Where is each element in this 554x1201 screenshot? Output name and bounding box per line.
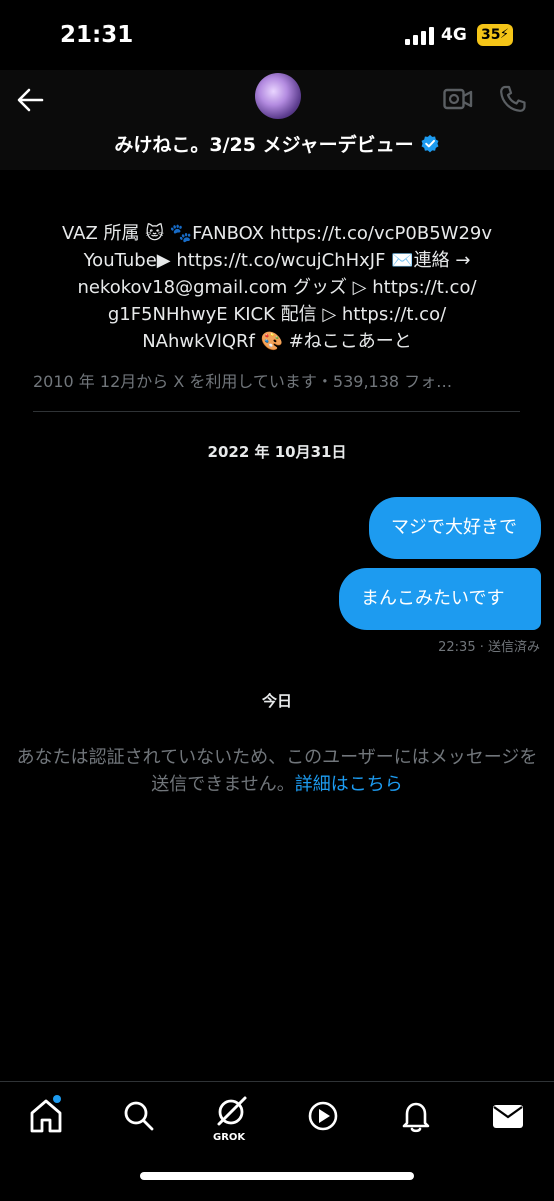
bio-line: NAhwkVlQRf 🎨 #ねここあーと	[142, 331, 412, 352]
back-arrow-icon[interactable]	[14, 84, 46, 116]
cellular-signal-icon	[405, 27, 435, 45]
home-notification-dot	[53, 1095, 61, 1103]
avatar[interactable]	[255, 73, 301, 119]
home-icon[interactable]	[26, 1096, 66, 1136]
bio-line: nekokov18@gmail.com グッズ ▷ https://t.co/	[77, 277, 477, 298]
sent-message-bubble[interactable]: マジで大好きです	[369, 497, 541, 600]
message-status: 22:35 · 送信済み	[438, 640, 540, 655]
bio-line: VAZ 所属 🐱 🐾FANBOX https://t.co/vcP0B5W29v	[61, 223, 492, 244]
search-icon[interactable]	[119, 1096, 159, 1136]
notifications-bell-icon[interactable]	[396, 1096, 436, 1136]
status-bar: 21:31 4G 35 ⚡	[0, 0, 554, 70]
grok-icon[interactable]	[211, 1092, 251, 1132]
conversation-title: みけねこ。3/25 メジャーデビュー	[114, 134, 414, 156]
home-indicator	[140, 1172, 414, 1180]
date-separator: 2022 年 10月31日	[207, 443, 347, 461]
learn-more-link[interactable]: 詳細はこちら	[295, 774, 403, 795]
battery-icon: 35 ⚡	[477, 24, 513, 46]
profile-joined-info: 2010 年 12月から X を利用しています・539,138 フォ…	[33, 372, 453, 391]
sent-message-bubble[interactable]: まんこみたいです	[339, 568, 541, 630]
video-play-icon[interactable]	[303, 1096, 343, 1136]
verified-badge-icon	[421, 134, 439, 153]
today-separator: 今日	[261, 692, 292, 710]
page-title[interactable]: みけねこ。3/25 メジャーデビュー	[0, 130, 554, 157]
messages-mail-icon[interactable]	[488, 1096, 528, 1136]
bio-line: g1F5NHhwyE KICK 配信 ▷ https://t.co/	[107, 304, 447, 325]
conversation-header: みけねこ。3/25 メジャーデビュー	[0, 70, 554, 170]
phone-icon[interactable]	[498, 84, 528, 114]
cannot-message-notice: あなたは認証されていないため、このユーザーにはメッセージを送信できません。詳細は…	[14, 744, 540, 798]
battery-level: 35	[481, 27, 501, 43]
video-call-icon[interactable]	[443, 86, 473, 112]
bio-line: YouTube▶ https://t.co/wcujChHxJF ✉️連絡 →	[83, 250, 471, 271]
grok-label: GROK	[213, 1132, 246, 1143]
charging-bolt-icon: ⚡	[499, 27, 509, 42]
network-type: 4G	[441, 25, 467, 45]
notice-text: あなたは認証されていないため、このユーザーにはメッセージを送信できません。	[16, 747, 538, 795]
bottom-tab-bar: GROK	[0, 1081, 554, 1201]
divider	[33, 411, 520, 412]
status-time: 21:31	[60, 22, 134, 48]
profile-bio: VAZ 所属 🐱 🐾FANBOX https://t.co/vcP0B5W29v…	[20, 220, 534, 355]
